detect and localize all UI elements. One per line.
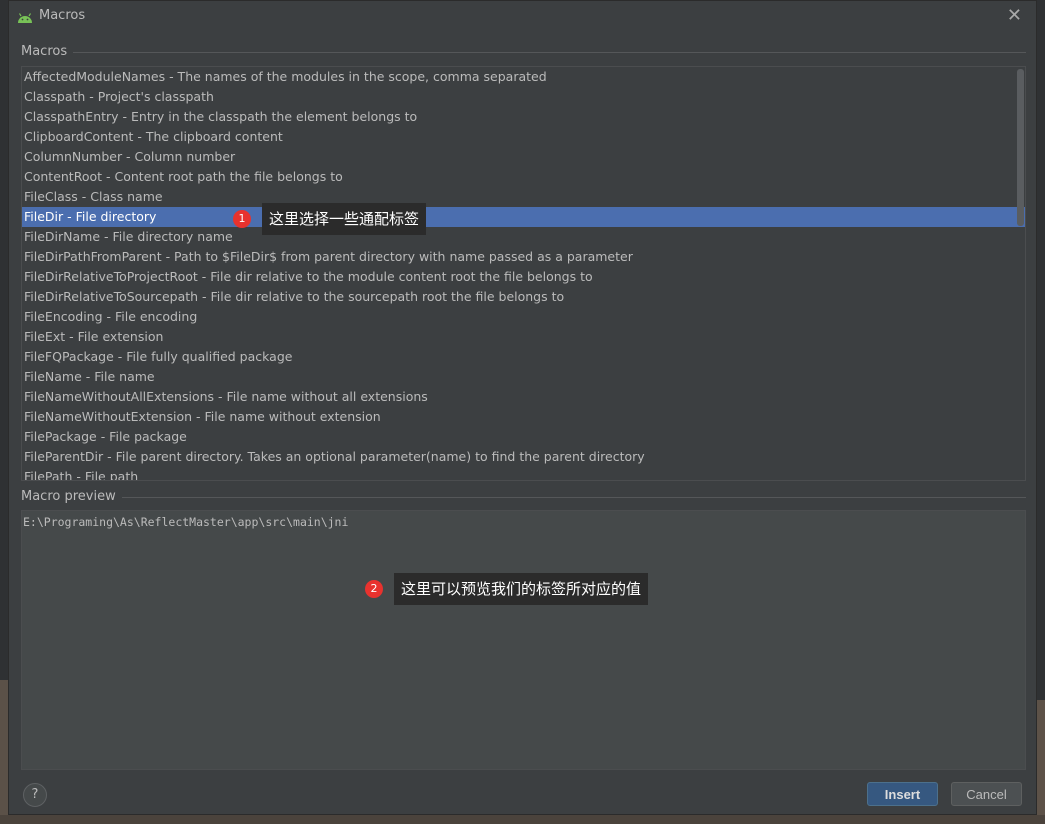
macro-list-item[interactable]: Classpath - Project's classpath (22, 87, 1025, 107)
macro-list-item[interactable]: FileFQPackage - File fully qualified pac… (22, 347, 1025, 367)
macro-list-item[interactable]: FileEncoding - File encoding (22, 307, 1025, 327)
close-icon[interactable]: ✕ (1007, 5, 1022, 26)
macro-list-item[interactable]: FileDirRelativeToProjectRoot - File dir … (22, 267, 1025, 287)
dialog-title: Macros (39, 8, 86, 23)
macro-list-item[interactable]: ClipboardContent - The clipboard content (22, 127, 1025, 147)
macros-dialog: Macros ✕ Macros AffectedModuleNames - Th… (8, 0, 1037, 815)
macros-list[interactable]: AffectedModuleNames - The names of the m… (21, 66, 1026, 481)
preview-group-divider (21, 497, 1026, 498)
annotation-callout-1: 这里选择一些通配标签 (262, 203, 427, 235)
annotation-badge-1: 1 (233, 210, 251, 228)
macro-list-item[interactable]: FilePackage - File package (22, 427, 1025, 447)
annotation-callout-2: 这里可以预览我们的标签所对应的值 (394, 573, 649, 605)
macros-group-divider (21, 52, 1026, 53)
background-ide-bottom (0, 815, 1045, 824)
macro-preview-area[interactable]: E:\Programing\As\ReflectMaster\app\src\m… (21, 510, 1026, 770)
help-icon[interactable]: ? (23, 783, 47, 807)
macro-list-item[interactable]: FileNameWithoutAllExtensions - File name… (22, 387, 1025, 407)
macro-list-item[interactable]: FileDirName - File directory name (22, 227, 1025, 247)
background-ide-left-bottom (0, 680, 8, 824)
macro-list-item[interactable]: FileName - File name (22, 367, 1025, 387)
list-scrollbar[interactable] (1017, 69, 1024, 226)
macro-list-item[interactable]: FilePath - File path (22, 467, 1025, 480)
insert-button[interactable]: Insert (867, 782, 938, 806)
macro-list-item[interactable]: ContentRoot - Content root path the file… (22, 167, 1025, 187)
macro-list-item[interactable]: FileNameWithoutExtension - File name wit… (22, 407, 1025, 427)
macros-group-label: Macros (21, 44, 74, 59)
macro-list-item[interactable]: FileParentDir - File parent directory. T… (22, 447, 1025, 467)
macro-preview-value: E:\Programing\As\ReflectMaster\app\src\m… (23, 515, 349, 529)
macro-list-item[interactable]: AffectedModuleNames - The names of the m… (22, 67, 1025, 87)
cancel-button[interactable]: Cancel (951, 782, 1022, 806)
macro-list-item[interactable]: ColumnNumber - Column number (22, 147, 1025, 167)
background-ide-right-bottom (1037, 700, 1045, 824)
annotation-badge-2: 2 (365, 580, 383, 598)
preview-group-label: Macro preview (21, 489, 122, 504)
title-bar[interactable]: Macros ✕ (9, 1, 1036, 31)
macro-list-item[interactable]: FileClass - Class name (22, 187, 1025, 207)
android-icon (17, 9, 33, 23)
macro-list-item[interactable]: FileDir - File directory (22, 207, 1025, 227)
macro-list-item[interactable]: FileExt - File extension (22, 327, 1025, 347)
macro-list-item[interactable]: FileDirRelativeToSourcepath - File dir r… (22, 287, 1025, 307)
macro-list-item[interactable]: ClasspathEntry - Entry in the classpath … (22, 107, 1025, 127)
macro-list-item[interactable]: FileDirPathFromParent - Path to $FileDir… (22, 247, 1025, 267)
